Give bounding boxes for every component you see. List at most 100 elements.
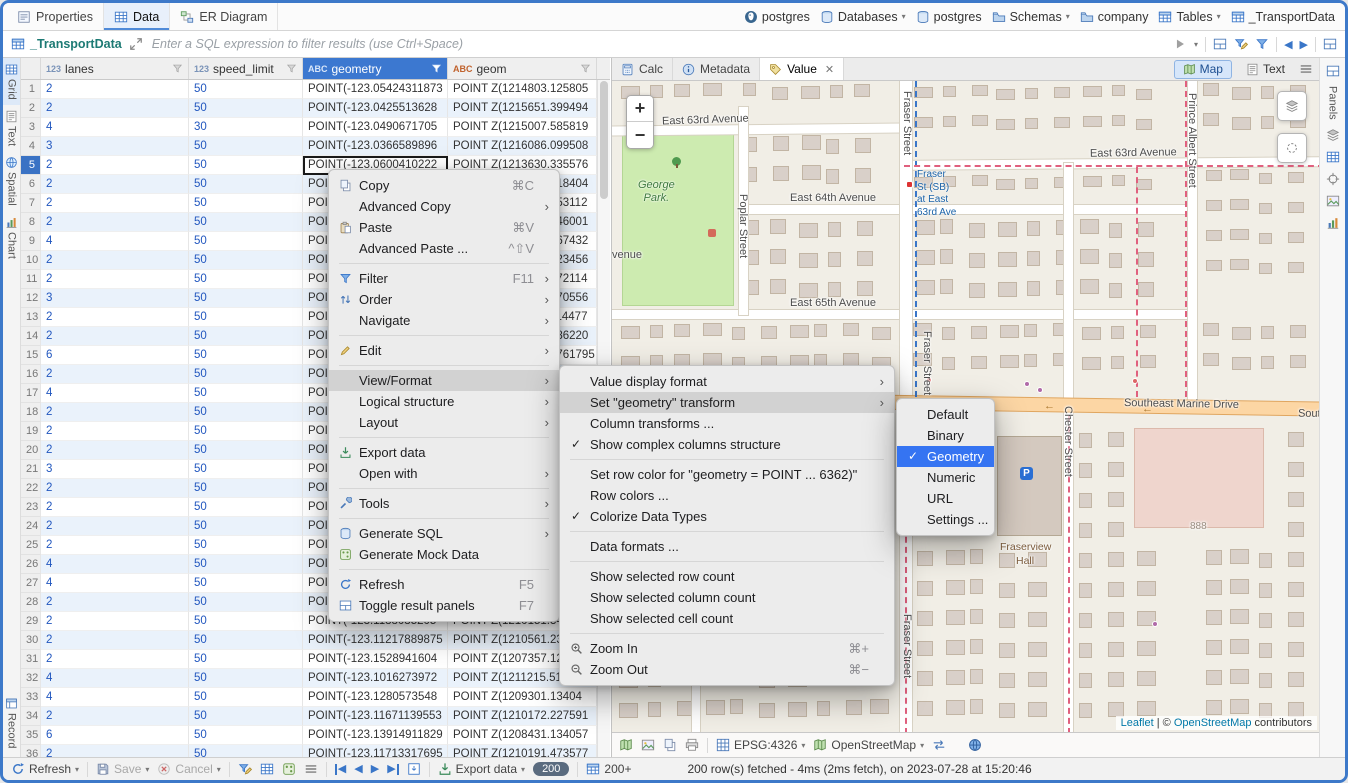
cell-geom[interactable]: POINT Z(1209301.13404 xyxy=(448,688,597,707)
locate-panel-icon[interactable] xyxy=(1326,172,1340,186)
transform-item-binary[interactable]: Binary xyxy=(897,425,994,446)
cell-lanes[interactable]: 2 xyxy=(41,251,189,270)
cell-geometry[interactable]: POINT(-123.11713317695 xyxy=(303,745,448,757)
cancel-button[interactable]: Cancel ▾ xyxy=(157,762,220,776)
table-row[interactable]: 32450POINT(-123.1016273972POINT Z(121121… xyxy=(21,669,610,688)
menu-item-refresh[interactable]: RefreshF5 xyxy=(329,574,559,595)
filters-icon[interactable] xyxy=(1255,37,1269,51)
cell-speed-limit[interactable]: 50 xyxy=(189,555,303,574)
cell-lanes[interactable]: 2 xyxy=(41,156,189,175)
row-number[interactable]: 17 xyxy=(21,384,41,403)
menu-item-layout[interactable]: Layout› xyxy=(329,412,559,433)
cell-lanes[interactable]: 2 xyxy=(41,80,189,99)
cell-lanes[interactable]: 4 xyxy=(41,555,189,574)
submenu-item-value-display-format[interactable]: Value display format› xyxy=(560,371,894,392)
show-on-map-icon[interactable] xyxy=(968,738,982,752)
row-number[interactable]: 6 xyxy=(21,175,41,194)
menu-item-tools[interactable]: Tools› xyxy=(329,493,559,514)
cell-speed-limit[interactable]: 50 xyxy=(189,593,303,612)
cell-geom[interactable]: POINT Z(1208431.134057 xyxy=(448,726,597,745)
zoom-out-button[interactable]: − xyxy=(627,122,653,148)
cell-speed-limit[interactable]: 50 xyxy=(189,251,303,270)
save-image-icon[interactable] xyxy=(641,738,655,752)
row-number[interactable]: 11 xyxy=(21,270,41,289)
row-number[interactable]: 34 xyxy=(21,707,41,726)
row-number[interactable]: 29 xyxy=(21,612,41,631)
row-number[interactable]: 30 xyxy=(21,631,41,650)
breadcrumb-postgres[interactable]: postgres xyxy=(916,10,982,24)
cell-geometry[interactable]: POINT(-123.1528941604 xyxy=(303,650,448,669)
cell-speed-limit[interactable]: 50 xyxy=(189,441,303,460)
cell-geom[interactable]: POINT Z(1216086.099508 xyxy=(448,137,597,156)
breadcrumb-databases[interactable]: Databases▾ xyxy=(820,10,906,24)
cell-lanes[interactable]: 2 xyxy=(41,479,189,498)
cell-speed-limit[interactable]: 50 xyxy=(189,346,303,365)
presentation-tab-record[interactable]: Record xyxy=(3,692,20,753)
history-forward-button[interactable]: ▶ xyxy=(1300,38,1308,51)
cell-speed-limit[interactable]: 50 xyxy=(189,403,303,422)
row-number[interactable]: 4 xyxy=(21,137,41,156)
value-tab-calc[interactable]: Calc xyxy=(612,58,673,80)
maximize-panel-icon[interactable] xyxy=(129,37,143,51)
presentation-tab-grid[interactable]: Grid xyxy=(3,58,20,105)
copy-map-icon[interactable] xyxy=(663,738,677,752)
cell-geometry[interactable]: POINT(-123.0425513628 xyxy=(303,99,448,118)
cell-speed-limit[interactable]: 50 xyxy=(189,536,303,555)
cell-lanes[interactable]: 2 xyxy=(41,308,189,327)
cell-lanes[interactable]: 2 xyxy=(41,365,189,384)
menu-item-export-data[interactable]: Export data xyxy=(329,442,559,463)
cell-speed-limit[interactable]: 50 xyxy=(189,669,303,688)
menu-item-logical-structure[interactable]: Logical structure› xyxy=(329,391,559,412)
last-page-button[interactable]: ▶ xyxy=(387,764,398,775)
basemap-selector[interactable]: OpenStreetMap ▾ xyxy=(813,738,924,752)
cell-speed-limit[interactable]: 50 xyxy=(189,327,303,346)
cell-lanes[interactable]: 2 xyxy=(41,194,189,213)
add-row-icon[interactable] xyxy=(282,762,296,776)
submenu-item-colorize-data-types[interactable]: ✓Colorize Data Types xyxy=(560,506,894,527)
cell-speed-limit[interactable]: 50 xyxy=(189,745,303,757)
result-tab[interactable]: _TransportData xyxy=(11,37,122,51)
submenu-item-show-selected-row-count[interactable]: Show selected row count xyxy=(560,566,894,587)
previous-page-button[interactable]: ◀ xyxy=(354,764,362,775)
cell-speed-limit[interactable]: 50 xyxy=(189,688,303,707)
cell-speed-limit[interactable]: 50 xyxy=(189,517,303,536)
cell-speed-limit[interactable]: 50 xyxy=(189,422,303,441)
row-number[interactable]: 12 xyxy=(21,289,41,308)
table-row[interactable]: 4350POINT(-123.0366589896POINT Z(1216086… xyxy=(21,137,610,156)
row-number[interactable]: 9 xyxy=(21,232,41,251)
row-number[interactable]: 13 xyxy=(21,308,41,327)
row-number[interactable]: 32 xyxy=(21,669,41,688)
cell-geometry[interactable]: POINT(-123.11671139553 xyxy=(303,707,448,726)
cell-geometry[interactable]: POINT(-123.0490671705 xyxy=(303,118,448,137)
cell-lanes[interactable]: 2 xyxy=(41,175,189,194)
cell-speed-limit[interactable]: 50 xyxy=(189,498,303,517)
submenu-item-row-colors[interactable]: Row colors ... xyxy=(560,485,894,506)
crs-selector[interactable]: EPSG:4326 ▾ xyxy=(716,738,805,752)
cell-speed-limit[interactable]: 50 xyxy=(189,99,303,118)
flip-coordinates-icon[interactable] xyxy=(932,738,946,752)
cell-geometry[interactable]: POINT(-123.13914911829 xyxy=(303,726,448,745)
view-toggle-text[interactable]: Text xyxy=(1237,60,1294,79)
map-lasso-button[interactable] xyxy=(1277,133,1307,163)
chart-panel-icon[interactable] xyxy=(1326,216,1340,230)
zoom-in-button[interactable]: + xyxy=(627,96,653,122)
cell-geom[interactable]: POINT Z(1215007.585819 xyxy=(448,118,597,137)
cell-lanes[interactable]: 2 xyxy=(41,536,189,555)
row-number[interactable]: 25 xyxy=(21,536,41,555)
cell-geometry[interactable]: POINT(-123.1280573548 xyxy=(303,688,448,707)
menu-item-generate-mock-data[interactable]: Generate Mock Data xyxy=(329,544,559,565)
cell-lanes[interactable]: 2 xyxy=(41,498,189,517)
row-number[interactable]: 35 xyxy=(21,726,41,745)
cell-speed-limit[interactable]: 50 xyxy=(189,232,303,251)
table-row[interactable]: 31250POINT(-123.1528941604POINT Z(120735… xyxy=(21,650,610,669)
cell-speed-limit[interactable]: 50 xyxy=(189,384,303,403)
presentation-tab-chart[interactable]: Chart xyxy=(3,211,20,264)
submenu-item-column-transforms[interactable]: Column transforms ... xyxy=(560,413,894,434)
submenu-item-set-geometry-transform[interactable]: Set "geometry" transform› xyxy=(560,392,894,413)
leaflet-link[interactable]: Leaflet xyxy=(1121,717,1154,729)
filter-icon[interactable] xyxy=(172,63,183,74)
row-number[interactable]: 19 xyxy=(21,422,41,441)
cell-speed-limit[interactable]: 50 xyxy=(189,194,303,213)
submenu-item-show-complex-columns-structure[interactable]: ✓Show complex columns structure xyxy=(560,434,894,455)
next-page-button[interactable]: ▶ xyxy=(371,764,379,775)
